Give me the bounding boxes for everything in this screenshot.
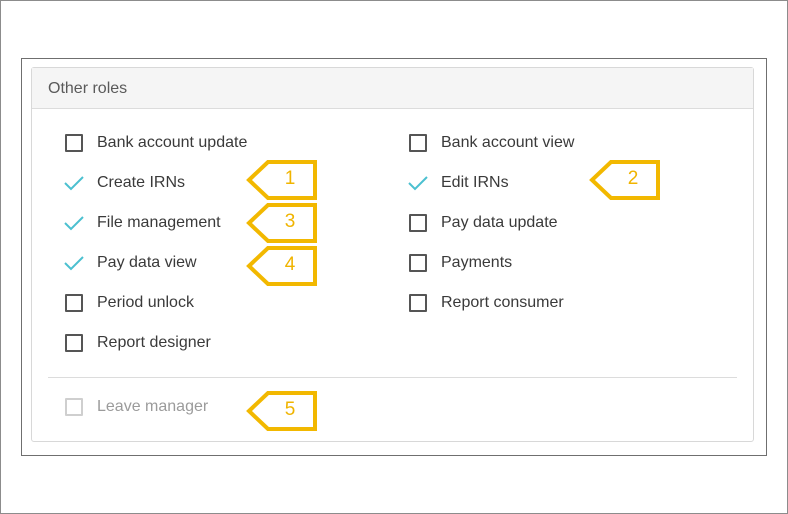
role-create-irns[interactable]: Create IRNs: [63, 171, 185, 195]
role-label: Report consumer: [441, 294, 564, 311]
role-label: Bank account view: [441, 134, 575, 151]
role-report-designer[interactable]: Report designer: [65, 331, 211, 355]
callout-marker: 3: [246, 203, 318, 243]
role-label: Leave manager: [97, 398, 209, 415]
checkmark-icon[interactable]: [63, 173, 85, 193]
role-label: File management: [97, 214, 221, 231]
role-label: Create IRNs: [97, 174, 186, 191]
panel-header: Other roles: [32, 68, 753, 109]
checkmark-icon[interactable]: [63, 213, 85, 233]
role-bank-account-update[interactable]: Bank account update: [65, 131, 247, 155]
callout-number: 4: [284, 254, 296, 275]
checkbox[interactable]: [65, 334, 83, 352]
other-roles-panel: Other roles Bank account update Create I…: [31, 67, 754, 442]
role-label: Period unlock: [97, 294, 194, 311]
role-label: Pay data update: [441, 214, 558, 231]
role-leave-manager: Leave manager: [65, 395, 208, 419]
checkbox[interactable]: [65, 294, 83, 312]
callout-number: 1: [284, 168, 296, 189]
callout-number: 2: [627, 168, 639, 189]
role-label: Report designer: [97, 334, 211, 351]
checkmark-icon[interactable]: [63, 253, 85, 273]
section-divider: [48, 377, 737, 378]
role-label: Edit IRNs: [441, 174, 509, 191]
checkbox[interactable]: [409, 294, 427, 312]
callout-marker: 2: [589, 160, 661, 200]
callout-number: 5: [284, 399, 296, 420]
role-file-management[interactable]: File management: [63, 211, 221, 235]
callout-number: 3: [284, 211, 296, 232]
checkbox[interactable]: [409, 214, 427, 232]
role-pay-data-view[interactable]: Pay data view: [63, 251, 197, 275]
callout-marker: 4: [246, 246, 318, 286]
role-period-unlock[interactable]: Period unlock: [65, 291, 194, 315]
checkbox[interactable]: [409, 254, 427, 272]
checkbox[interactable]: [65, 134, 83, 152]
role-report-consumer[interactable]: Report consumer: [409, 291, 564, 315]
role-pay-data-update[interactable]: Pay data update: [409, 211, 558, 235]
role-label: Payments: [441, 254, 513, 271]
checkbox-disabled: [65, 398, 83, 416]
role-bank-account-view[interactable]: Bank account view: [409, 131, 574, 155]
role-label: Bank account update: [97, 134, 248, 151]
role-edit-irns[interactable]: Edit IRNs: [407, 171, 509, 195]
checkmark-icon[interactable]: [407, 173, 429, 193]
role-payments[interactable]: Payments: [409, 251, 512, 275]
checkbox[interactable]: [409, 134, 427, 152]
panel-title: Other roles: [48, 80, 128, 97]
callout-marker: 1: [246, 160, 318, 200]
callout-marker: 5: [246, 391, 318, 431]
role-label: Pay data view: [97, 254, 197, 271]
